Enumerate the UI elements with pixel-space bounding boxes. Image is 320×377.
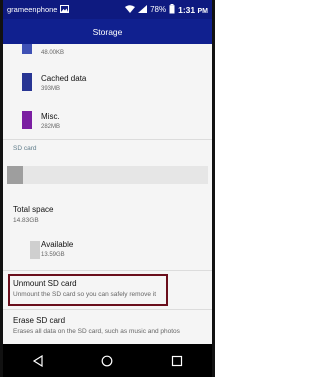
clock-suffix: PM [197,7,209,15]
storage-item-label: Misc. [41,112,60,121]
back-button[interactable] [28,351,48,371]
storage-item-other[interactable]: 48.00KB [3,44,212,64]
recents-icon [172,355,183,366]
signal-icon [138,4,148,15]
clock-hours: 1:31 [178,4,196,15]
app-bar: Storage [3,19,212,44]
sd-total-space: Total space 14.83GB [3,200,212,230]
home-button[interactable] [97,351,117,371]
section-header-sd-card: SD card [13,145,37,152]
total-space-label: Total space [13,205,54,214]
available-value: 13.59GB [41,252,65,258]
screen-frame: grameenphone 78% 1:31 PM Storage 48.00KB… [0,0,215,377]
home-icon [102,355,113,366]
wifi-icon [125,4,136,15]
status-bar: grameenphone 78% 1:31 PM [3,0,212,19]
available-label: Available [41,240,74,249]
clock-time: 1:31 PM [178,5,208,15]
sd-usage-bar-fill [7,166,24,184]
erase-title: Erase SD card [13,316,66,325]
erase-sd-card-button[interactable]: Erase SD card Erases all data on the SD … [3,312,212,344]
color-swatch [30,241,40,259]
storage-list[interactable]: 48.00KB Cached data 393MB Misc. 282MB SD… [3,44,212,344]
total-space-value: 14.83GB [13,217,39,224]
back-icon [32,354,43,367]
battery-percent: 78% [150,5,167,14]
storage-item-size: 393MB [41,86,61,92]
gallery-notification-icon [60,4,70,15]
divider [3,270,212,271]
storage-item-label: Cached data [41,74,87,83]
recents-button[interactable] [167,351,187,371]
divider [3,309,212,310]
storage-item-size: 48.00KB [41,50,65,56]
storage-item-cached-data[interactable]: Cached data 393MB [3,68,212,102]
storage-item-misc[interactable]: Misc. 282MB [3,106,212,140]
page-title: Storage [92,26,123,37]
divider [3,139,212,140]
color-swatch [22,73,32,91]
sd-usage-bar [7,166,208,184]
color-swatch [22,44,32,54]
unmount-highlight-box [8,274,168,306]
color-swatch [22,111,32,129]
sd-available[interactable]: Available 13.59GB [3,236,212,266]
erase-subtitle: Erases all data on the SD card, such as … [13,328,180,335]
navigation-bar [3,344,212,377]
battery-icon [169,3,175,16]
carrier-name: grameenphone [7,5,58,14]
storage-item-size: 282MB [41,124,61,130]
